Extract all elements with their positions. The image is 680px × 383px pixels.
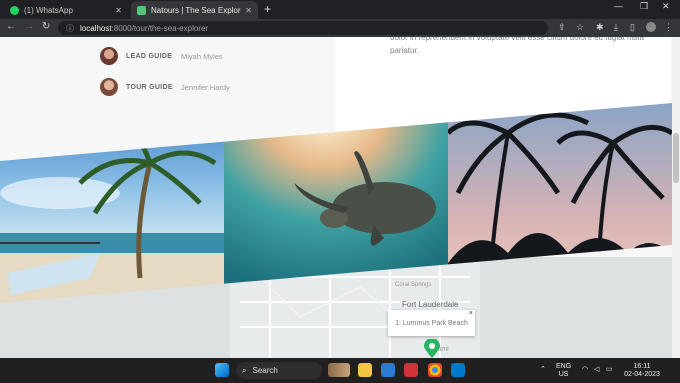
avatar <box>100 47 118 65</box>
clock-date: 02-04-2023 <box>624 371 660 378</box>
browser-toolbar: ← → ↻ ⓘ localhost :8000/tour/the-sea-exp… <box>0 19 680 37</box>
search-label: Search <box>252 366 278 375</box>
wifi-icon[interactable]: ◠ <box>582 366 588 374</box>
info-icon[interactable]: ⓘ <box>66 23 74 34</box>
bookmark-star-icon[interactable]: ☆ <box>576 22 584 33</box>
guide-role: TOUR GUIDE <box>126 83 173 91</box>
close-window-icon[interactable]: ✕ <box>662 1 670 12</box>
guide-name: Miyah Myles <box>181 51 223 61</box>
map-label-coral-springs: Coral Springs <box>395 282 432 288</box>
reload-icon[interactable]: ↻ <box>42 21 50 32</box>
popup-close-button[interactable]: × <box>469 310 473 317</box>
language-indicator[interactable]: ENG US <box>556 363 571 379</box>
menu-icon[interactable]: ⋮ <box>664 22 673 33</box>
tab-whatsapp[interactable]: (1) WhatsApp ✕ <box>4 1 128 19</box>
vscode-icon[interactable] <box>451 363 465 377</box>
office-icon[interactable] <box>404 363 418 377</box>
region-code: US <box>558 371 569 378</box>
windows-start-icon[interactable] <box>215 363 229 377</box>
volume-icon[interactable]: ◁ <box>594 366 599 374</box>
chrome-icon[interactable] <box>428 363 442 377</box>
taskbar-search[interactable]: ⌕ Search <box>236 362 322 379</box>
file-explorer-icon[interactable] <box>358 363 372 377</box>
avatar <box>100 78 118 96</box>
search-icon: ⌕ <box>242 365 247 375</box>
url-host: localhost <box>80 23 112 33</box>
tab-natours[interactable]: Natours | The Sea Explorer Tour ✕ <box>131 1 258 19</box>
download-icon[interactable]: ⤓ <box>614 22 618 33</box>
map-location-popup: 1: Lummus Park Beach × <box>388 310 475 336</box>
mail-icon[interactable] <box>381 363 395 377</box>
windows-taskbar: ⌕ Search ⌃ ENG US ◠ ◁ ▭ 16:11 02-04-2023 <box>0 358 680 383</box>
browser-tab-strip: (1) WhatsApp ✕ Natours | The Sea Explore… <box>0 0 680 19</box>
popup-label: 1: Lummus Park Beach <box>395 319 468 327</box>
beach-palm-image <box>0 103 224 303</box>
maximize-icon[interactable]: ❐ <box>640 1 648 12</box>
clock-time: 16:11 <box>633 363 651 370</box>
tour-description: dolor in reprehenderit in voluptate veli… <box>390 37 644 55</box>
guide-row-lead: LEAD GUIDE Miyah Myles <box>100 47 223 65</box>
battery-icon[interactable]: ▭ <box>606 366 613 374</box>
minimize-icon[interactable]: — <box>614 1 623 11</box>
url-path: :8000/tour/the-sea-explorer <box>111 23 209 33</box>
tray-overflow-icon[interactable]: ⌃ <box>540 366 546 374</box>
natours-logo-icon <box>137 5 146 15</box>
whatsapp-icon <box>10 5 19 15</box>
tour-page: dolor in reprehenderit in voluptate veli… <box>0 37 680 358</box>
beach-palm-photo <box>0 103 224 303</box>
new-tab-button[interactable]: + <box>264 2 271 16</box>
forward-icon[interactable]: → <box>24 21 34 32</box>
guide-name: Jennifer Hardy <box>181 82 230 92</box>
widgets-icon[interactable] <box>328 363 350 377</box>
close-icon[interactable]: ✕ <box>115 6 122 15</box>
guide-role: LEAD GUIDE <box>126 52 173 60</box>
tab-title: (1) WhatsApp <box>24 5 73 15</box>
map-pin-icon[interactable] <box>424 339 440 358</box>
guide-row-tour: TOUR GUIDE Jennifer Hardy <box>100 78 230 96</box>
profile-avatar-icon[interactable] <box>646 22 656 32</box>
extensions-icon[interactable]: ✱ <box>596 22 604 33</box>
page-scrollbar[interactable] <box>672 37 680 358</box>
scrollbar-thumb[interactable] <box>673 133 679 183</box>
back-icon[interactable]: ← <box>6 21 16 32</box>
sidebar-icon[interactable]: ▯ <box>630 22 635 33</box>
close-icon[interactable]: ✕ <box>245 6 252 15</box>
language-code: ENG <box>556 363 572 370</box>
address-bar[interactable]: ⓘ localhost :8000/tour/the-sea-explorer <box>58 21 548 35</box>
share-icon[interactable]: ⇪ <box>558 22 566 33</box>
clock[interactable]: 16:11 02-04-2023 <box>622 363 662 379</box>
tab-title: Natours | The Sea Explorer Tour <box>151 5 241 15</box>
map-label-fort-lauderdale: Fort Lauderdale <box>402 300 459 309</box>
